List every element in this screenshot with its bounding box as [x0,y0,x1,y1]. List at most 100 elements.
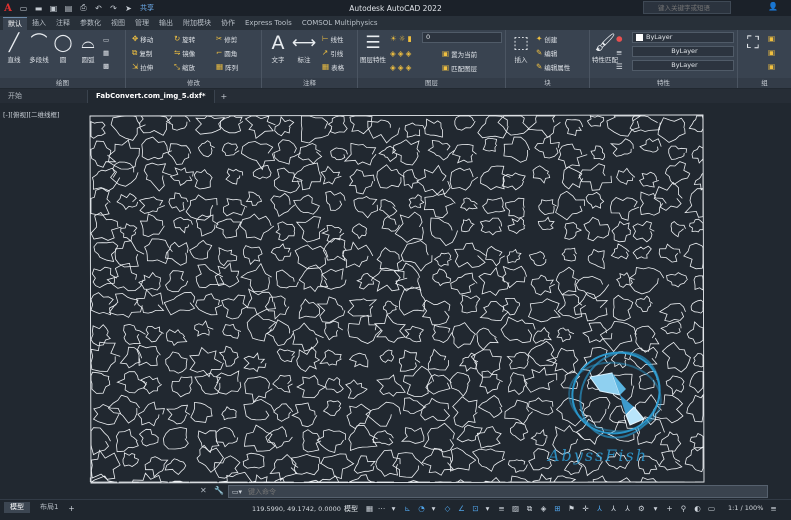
mirror-button[interactable]: ⇋ 镜像 [174,47,195,58]
pore-outline[interactable] [480,165,511,191]
pore-outline[interactable] [432,324,453,343]
pore-outline[interactable] [425,374,452,395]
pore-outline[interactable] [583,216,611,242]
pore-outline[interactable] [320,165,342,185]
pore-outline[interactable] [507,459,528,473]
pore-outline[interactable] [107,394,140,424]
pore-outline[interactable] [144,456,169,478]
pore-outline[interactable] [353,455,376,474]
pore-outline[interactable] [509,422,529,441]
dimension-button[interactable]: ⟷ 标注 [291,32,317,66]
group-edit-icon[interactable]: ▣ [768,47,775,58]
pore-outline[interactable] [197,430,220,454]
ungroup-icon[interactable]: ▣ [768,33,775,44]
pore-outline[interactable] [693,172,704,191]
pore-outline[interactable] [108,293,143,318]
pore-outline[interactable] [222,323,242,339]
pore-outline[interactable] [527,298,561,323]
pore-outline[interactable] [427,139,456,161]
pore-outline[interactable] [122,452,139,467]
open-icon[interactable]: ▬ [32,2,45,14]
pore-outline[interactable] [485,245,505,267]
pore-outline[interactable] [196,444,225,473]
insert-block-button[interactable]: ⬚ 插入 [508,32,534,66]
layer-state-icons[interactable]: ☀ ☼ ▮ [390,33,412,44]
auto-scale-icon[interactable]: ⅄ [608,503,619,514]
circle-button[interactable]: ◯ 圆 [50,32,76,66]
pore-outline[interactable] [683,242,704,270]
annotation-panel-title[interactable]: 注释 [262,78,357,88]
pore-outline[interactable] [195,115,226,135]
pore-outline[interactable] [185,194,218,221]
pore-outline[interactable] [482,197,506,214]
pore-outline[interactable] [609,138,634,157]
file-tab-drawing[interactable]: FabConvert.com_img_5.dxf* [88,90,215,103]
pore-outline[interactable] [689,218,704,233]
pore-outline[interactable] [92,404,122,426]
pore-outline[interactable] [693,275,704,291]
tab-insert[interactable]: 插入 [27,17,51,30]
pore-outline[interactable] [476,327,499,351]
linear-button[interactable]: ⊢ 线性 [322,33,344,44]
pore-outline[interactable] [555,190,585,221]
pore-outline[interactable] [632,221,655,243]
polyline-button[interactable]: ⌒ 多段线 [26,32,52,66]
pore-outline[interactable] [269,454,299,482]
pore-outline[interactable] [506,248,522,264]
lineweight-toggle-icon[interactable]: ≡ [496,503,507,514]
pore-outline[interactable] [343,142,377,166]
pore-outline[interactable] [660,320,682,335]
pore-outline[interactable] [116,192,139,211]
pore-outline[interactable] [379,349,395,363]
tab-view[interactable]: 视图 [106,17,130,30]
pore-outline[interactable] [272,374,293,393]
pore-outline[interactable] [561,247,577,262]
pore-outline[interactable] [587,475,612,483]
pore-outline[interactable] [252,164,272,180]
pore-outline[interactable] [639,171,659,188]
file-tab-start[interactable]: 开始 [0,90,88,103]
pore-outline[interactable] [376,247,404,272]
create-block-button[interactable]: ✦ 创建 [536,33,557,44]
annotation-scale-icon[interactable]: ⅄ [622,503,633,514]
pore-outline[interactable] [190,401,213,423]
pore-outline[interactable] [264,295,290,320]
pore-outline[interactable] [564,119,584,137]
pore-outline[interactable] [291,162,322,191]
pore-outline[interactable] [90,120,106,139]
pore-outline[interactable] [325,190,346,211]
pore-outline[interactable] [215,426,239,448]
pore-outline[interactable] [293,194,320,215]
viewport-controls[interactable]: [-][俯视][二维线框] [3,109,60,119]
pore-outline[interactable] [532,165,551,184]
pore-outline[interactable] [270,243,292,261]
pore-outline[interactable] [345,379,368,399]
pore-outline[interactable] [90,211,122,241]
pore-outline[interactable] [692,353,704,368]
pore-outline[interactable] [497,115,530,136]
edit-block-button[interactable]: ✎ 编辑 [536,47,557,58]
pore-outline[interactable] [138,196,165,214]
pore-outline[interactable] [246,288,276,315]
pore-outline[interactable] [403,397,427,414]
command-input[interactable] [245,487,767,496]
pore-outline[interactable] [424,118,443,138]
tab-annotate[interactable]: 注释 [51,17,75,30]
pore-outline[interactable] [90,371,111,394]
pore-outline[interactable] [639,138,662,153]
pore-outline[interactable] [556,327,575,343]
pore-outline[interactable] [327,115,348,134]
pore-outline[interactable] [532,326,553,344]
ortho-icon[interactable]: ⊾ [402,503,413,514]
osnap-menu-icon[interactable]: ▾ [482,503,493,514]
isodraft-icon[interactable]: ◇ [442,503,453,514]
pore-outline[interactable] [298,298,320,319]
pore-outline[interactable] [349,474,375,483]
lock-ui-icon[interactable]: ⚲ [678,503,689,514]
search-input[interactable] [643,1,731,14]
pore-outline[interactable] [292,322,324,352]
block-panel-title[interactable]: 块 [506,78,589,88]
pore-outline[interactable] [534,135,560,159]
pore-outline[interactable] [479,217,503,236]
pore-outline[interactable] [664,161,691,186]
